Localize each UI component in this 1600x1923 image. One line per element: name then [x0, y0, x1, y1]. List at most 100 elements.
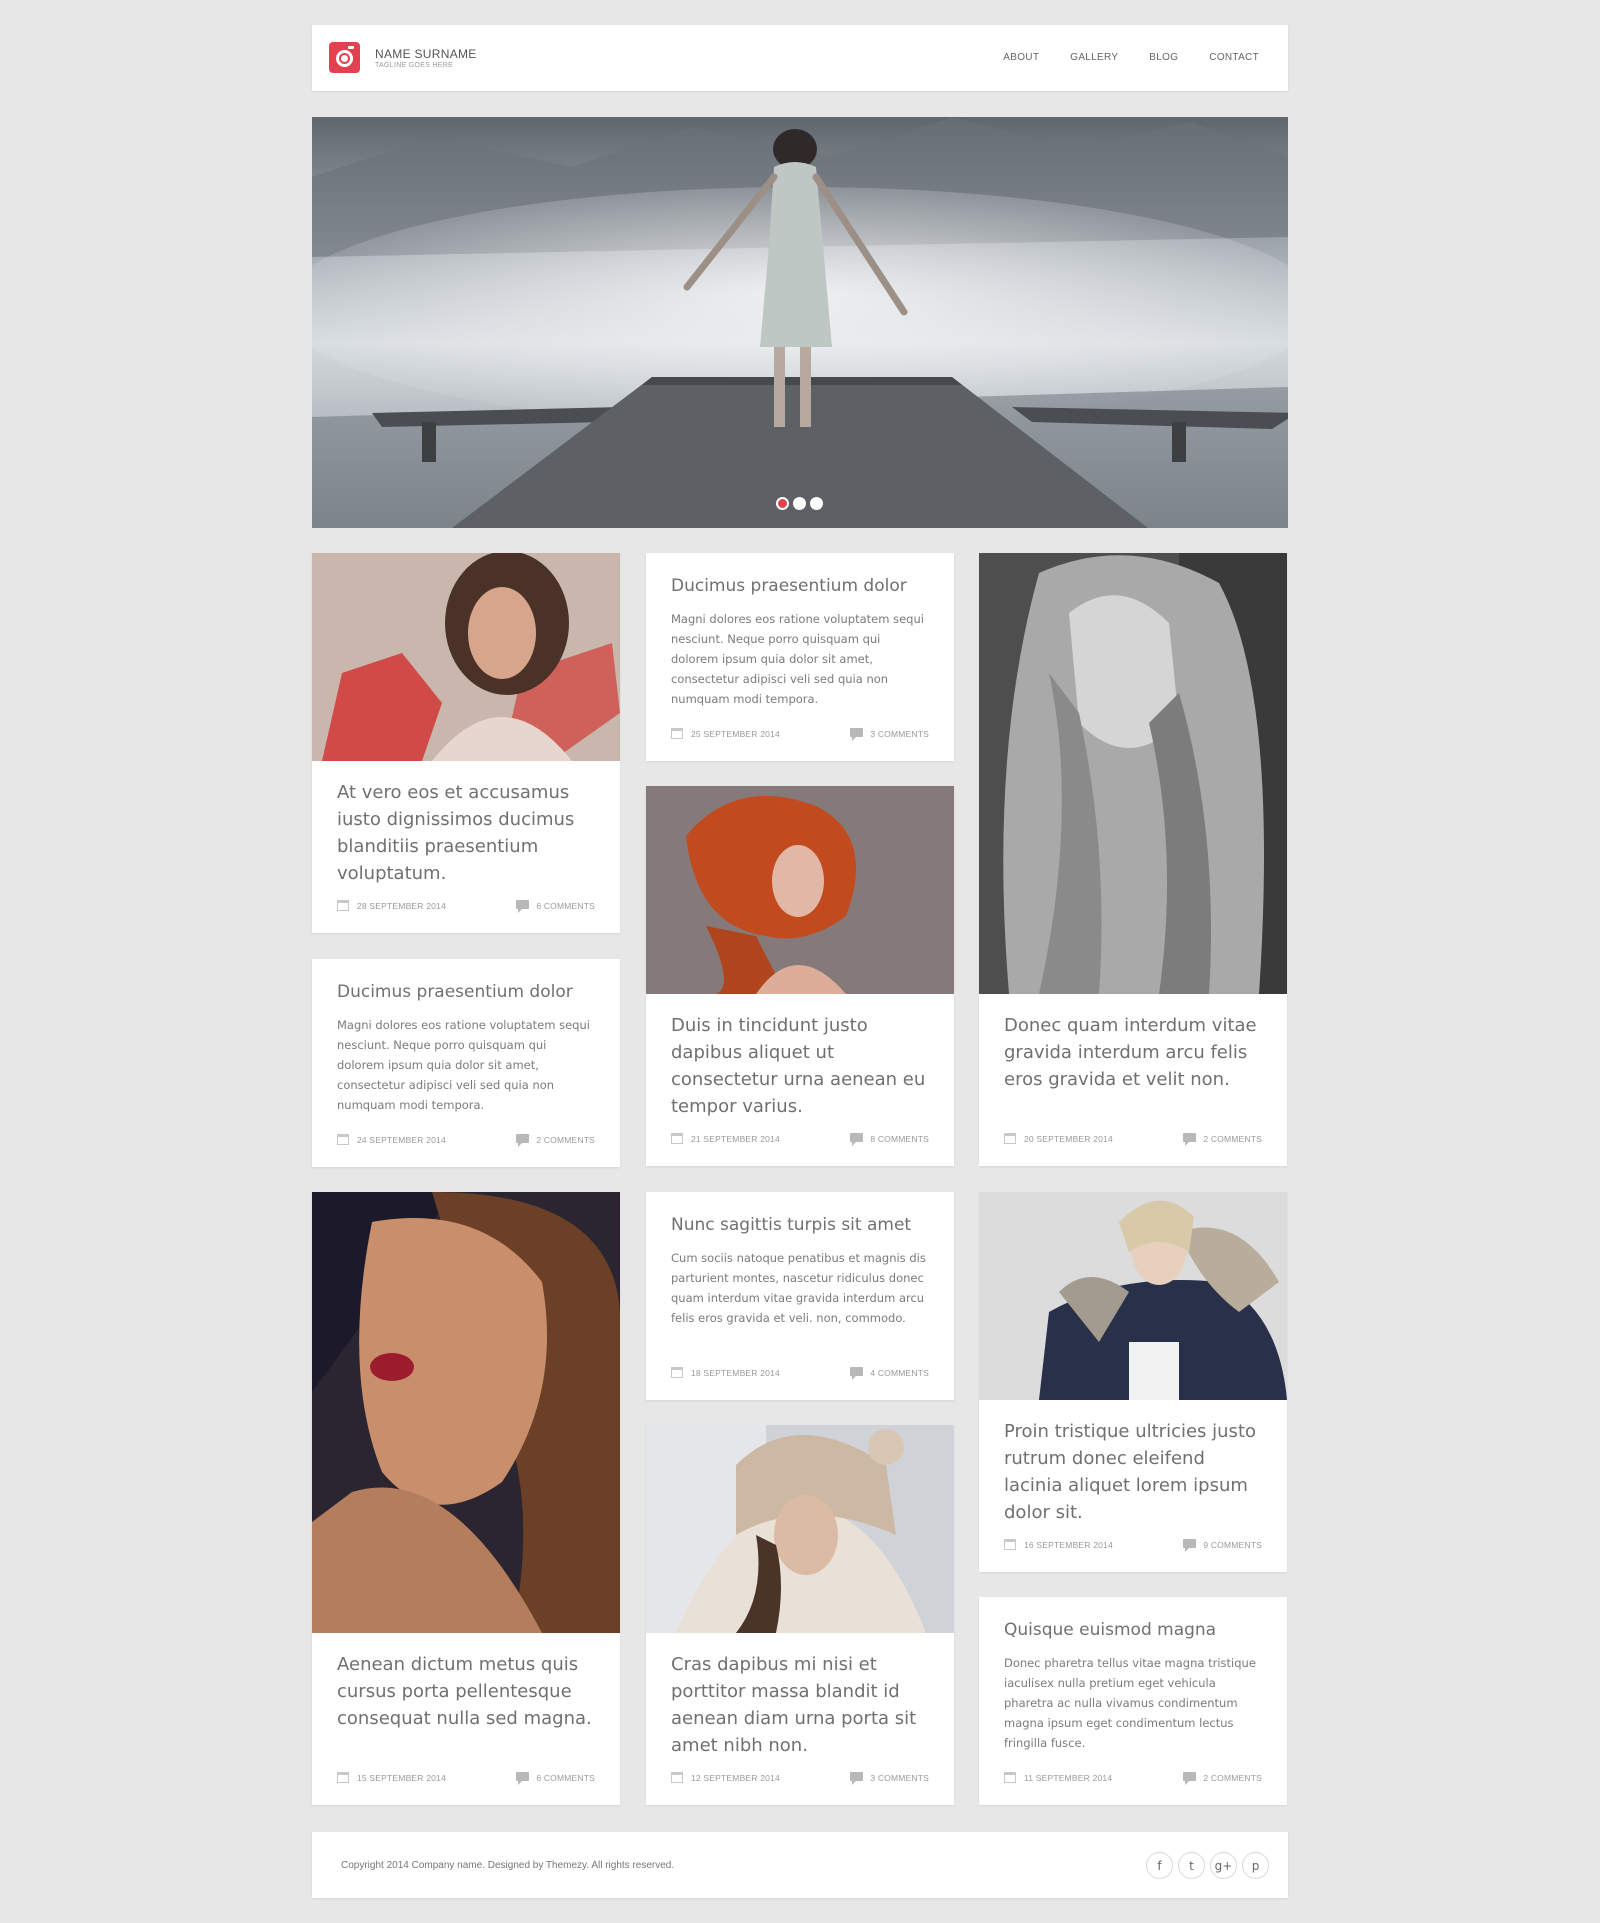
- post-comments[interactable]: 8 COMMENTS: [850, 1133, 929, 1146]
- twitter-icon[interactable]: t: [1178, 1852, 1205, 1879]
- post-meta: 12 SEPTEMBER 2014 3 COMMENTS: [671, 1771, 929, 1785]
- post-comments[interactable]: 3 COMMENTS: [850, 1772, 929, 1785]
- calendar-icon: [1004, 1539, 1016, 1550]
- calendar-icon: [337, 900, 349, 911]
- post-title[interactable]: Aenean dictum metus quis cursus porta pe…: [337, 1651, 595, 1732]
- post-meta: 15 SEPTEMBER 2014 6 COMMENTS: [337, 1771, 595, 1785]
- post-meta: 28 SEPTEMBER 2014 6 COMMENTS: [337, 899, 595, 913]
- slider-dot-1[interactable]: [776, 497, 789, 510]
- post-date: 11 SEPTEMBER 2014: [1004, 1772, 1112, 1783]
- post-body: Quisque euismod magna Donec pharetra tel…: [979, 1597, 1287, 1753]
- post-comments[interactable]: 2 COMMENTS: [1183, 1772, 1262, 1785]
- post-image: [979, 1192, 1287, 1400]
- post-date: 15 SEPTEMBER 2014: [337, 1772, 446, 1783]
- post-comments[interactable]: 9 COMMENTS: [1183, 1539, 1262, 1552]
- slider-dot-3[interactable]: [810, 497, 823, 510]
- calendar-icon: [337, 1772, 349, 1783]
- post-comments[interactable]: 4 COMMENTS: [850, 1367, 929, 1380]
- hero-image: [312, 117, 1288, 528]
- comment-icon: [516, 1772, 530, 1785]
- post-comments[interactable]: 2 COMMENTS: [1183, 1133, 1262, 1146]
- calendar-icon: [1004, 1133, 1016, 1144]
- post-title[interactable]: Proin tristique ultricies justo rutrum d…: [1004, 1418, 1262, 1526]
- post-card[interactable]: Proin tristique ultricies justo rutrum d…: [979, 1192, 1287, 1572]
- comment-icon: [850, 728, 864, 741]
- facebook-icon[interactable]: f: [1146, 1852, 1173, 1879]
- social-links: f t g+ p: [1146, 1852, 1269, 1879]
- brand-tagline: TAGLINE GOES HERE: [375, 62, 454, 69]
- slider-dot-2[interactable]: [793, 497, 806, 510]
- post-body: Ducimus praesentium dolor Magni dolores …: [646, 553, 954, 709]
- post-date: 12 SEPTEMBER 2014: [671, 1772, 780, 1783]
- post-title[interactable]: Ducimus praesentium dolor: [671, 575, 929, 597]
- post-card[interactable]: Quisque euismod magna Donec pharetra tel…: [979, 1597, 1287, 1805]
- hero-slider: [312, 117, 1288, 528]
- post-body: At vero eos et accusamus iusto dignissim…: [312, 761, 620, 887]
- nav-about[interactable]: ABOUT: [1003, 52, 1039, 63]
- pinterest-icon[interactable]: p: [1242, 1852, 1269, 1879]
- post-body: Duis in tincidunt justo dapibus aliquet …: [646, 994, 954, 1120]
- site-footer: Copyright 2014 Company name. Designed by…: [312, 1832, 1288, 1898]
- comment-icon: [1183, 1539, 1197, 1552]
- calendar-icon: [671, 1133, 683, 1144]
- comment-icon: [850, 1367, 864, 1380]
- camera-lens-shape: [336, 50, 353, 67]
- camera-logo-icon[interactable]: [329, 42, 360, 73]
- slider-dots: [776, 497, 823, 510]
- post-card[interactable]: Donec quam interdum vitae gravida interd…: [979, 553, 1287, 1166]
- post-date: 18 SEPTEMBER 2014: [671, 1367, 780, 1378]
- post-body: Cras dapibus mi nisi et porttitor massa …: [646, 1633, 954, 1759]
- post-card[interactable]: Cras dapibus mi nisi et porttitor massa …: [646, 1425, 954, 1805]
- post-image: [646, 786, 954, 994]
- nav-gallery[interactable]: GALLERY: [1070, 52, 1118, 63]
- comment-icon: [516, 1134, 530, 1147]
- post-title[interactable]: Donec quam interdum vitae gravida interd…: [1004, 1012, 1262, 1093]
- post-body: Nunc sagittis turpis sit amet Cum sociis…: [646, 1192, 954, 1328]
- nav-blog[interactable]: BLOG: [1149, 52, 1178, 63]
- post-comments[interactable]: 6 COMMENTS: [516, 1772, 595, 1785]
- post-meta: 21 SEPTEMBER 2014 8 COMMENTS: [671, 1132, 929, 1146]
- post-body: Aenean dictum metus quis cursus porta pe…: [312, 1633, 620, 1732]
- post-meta: 25 SEPTEMBER 2014 3 COMMENTS: [671, 727, 929, 741]
- comment-icon: [850, 1772, 864, 1785]
- site-header: NAME SURNAME TAGLINE GOES HERE ABOUT GAL…: [312, 25, 1288, 91]
- post-title[interactable]: Cras dapibus mi nisi et porttitor massa …: [671, 1651, 929, 1759]
- post-card[interactable]: Aenean dictum metus quis cursus porta pe…: [312, 1192, 620, 1805]
- post-body: Ducimus praesentium dolor Magni dolores …: [312, 959, 620, 1115]
- brand-name[interactable]: NAME SURNAME: [375, 47, 477, 61]
- comment-icon: [850, 1133, 864, 1146]
- post-excerpt: Magni dolores eos ratione voluptatem seq…: [337, 1018, 590, 1112]
- google-plus-icon[interactable]: g+: [1210, 1852, 1237, 1879]
- calendar-icon: [337, 1134, 349, 1145]
- post-card[interactable]: Nunc sagittis turpis sit amet Cum sociis…: [646, 1192, 954, 1400]
- camera-flash-shape: [348, 46, 354, 49]
- post-comments[interactable]: 6 COMMENTS: [516, 900, 595, 913]
- post-image: [312, 1192, 620, 1633]
- post-image: [646, 1425, 954, 1633]
- nav-contact[interactable]: CONTACT: [1209, 52, 1259, 63]
- post-title[interactable]: Ducimus praesentium dolor: [337, 981, 595, 1003]
- post-comments[interactable]: 2 COMMENTS: [516, 1134, 595, 1147]
- post-image: [312, 553, 620, 761]
- post-meta: 11 SEPTEMBER 2014 2 COMMENTS: [1004, 1771, 1262, 1785]
- post-title[interactable]: At vero eos et accusamus iusto dignissim…: [337, 779, 595, 887]
- calendar-icon: [671, 1772, 683, 1783]
- post-excerpt: Magni dolores eos ratione voluptatem seq…: [671, 612, 924, 706]
- post-card[interactable]: Duis in tincidunt justo dapibus aliquet …: [646, 786, 954, 1166]
- post-comments[interactable]: 3 COMMENTS: [850, 728, 929, 741]
- post-card[interactable]: At vero eos et accusamus iusto dignissim…: [312, 553, 620, 933]
- calendar-icon: [671, 728, 683, 739]
- post-title[interactable]: Duis in tincidunt justo dapibus aliquet …: [671, 1012, 929, 1120]
- post-date: 24 SEPTEMBER 2014: [337, 1134, 446, 1145]
- calendar-icon: [1004, 1772, 1016, 1783]
- post-card[interactable]: Ducimus praesentium dolor Magni dolores …: [312, 959, 620, 1167]
- comment-icon: [516, 900, 530, 913]
- post-date: 16 SEPTEMBER 2014: [1004, 1539, 1113, 1550]
- post-meta: 24 SEPTEMBER 2014 2 COMMENTS: [337, 1133, 595, 1147]
- post-image: [979, 553, 1287, 994]
- post-title[interactable]: Nunc sagittis turpis sit amet: [671, 1214, 929, 1236]
- post-date: 21 SEPTEMBER 2014: [671, 1133, 780, 1144]
- post-title[interactable]: Quisque euismod magna: [1004, 1619, 1262, 1641]
- copyright-text: Copyright 2014 Company name. Designed by…: [341, 1860, 675, 1871]
- post-card[interactable]: Ducimus praesentium dolor Magni dolores …: [646, 553, 954, 761]
